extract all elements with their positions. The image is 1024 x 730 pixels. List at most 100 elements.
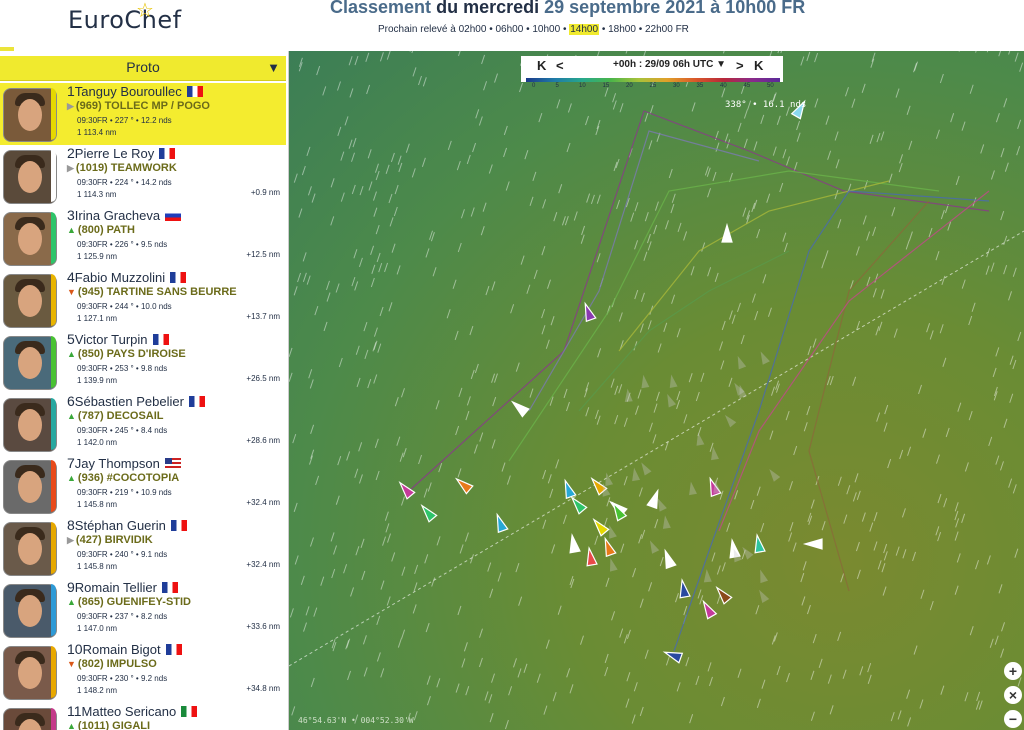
wind-streak [623, 476, 628, 486]
wind-streak [940, 685, 945, 695]
boat-marker[interactable] [584, 546, 598, 567]
wind-streak [655, 391, 660, 401]
wind-streak [882, 586, 887, 596]
wind-streak [755, 605, 760, 615]
wind-streak [353, 249, 358, 259]
boat-marker[interactable] [590, 516, 610, 537]
boat-marker[interactable] [601, 536, 617, 558]
wind-streak [899, 154, 904, 164]
boat-marker[interactable] [713, 584, 733, 605]
wind-streak [652, 434, 657, 444]
wind-streak [937, 531, 942, 542]
wind-streak [313, 607, 318, 617]
prev-icon[interactable]: < [556, 58, 564, 73]
first-icon[interactable]: K [537, 58, 546, 73]
zoom-reset-button[interactable]: × [1004, 686, 1022, 704]
boat-marker[interactable] [662, 648, 684, 664]
header: EuroChef ☆ Classement du mercredi 29 sept… [0, 0, 1024, 47]
class-select[interactable]: Proto ▼ [0, 56, 286, 81]
wind-streak [411, 168, 416, 178]
boat-marker[interactable] [802, 538, 823, 550]
wind-streak [954, 510, 959, 521]
boat-marker[interactable] [567, 533, 581, 554]
boat-name: (787) DECOSAIL [77, 410, 164, 422]
map-canvas[interactable] [289, 51, 1024, 730]
wind-streak [851, 98, 856, 108]
wind-streak [604, 666, 609, 677]
wind-streak [740, 334, 745, 345]
wind-streak [488, 694, 493, 704]
wind-streak [301, 165, 306, 176]
leaderboard-row[interactable]: 1Tanguy Bouroullec ▶ (969) TOLLEC MP / POG… [0, 83, 286, 146]
chevron-down-icon: ▼ [267, 60, 280, 75]
wind-streak [929, 330, 934, 340]
race-map[interactable] [289, 51, 1024, 730]
wind-scale-label: 25 [649, 83, 657, 89]
wind-streak [937, 493, 942, 504]
eurochef-logo[interactable]: EuroChef ☆ [68, 0, 182, 34]
wind-streak [384, 262, 389, 273]
boat-marker[interactable] [677, 578, 691, 599]
wind-streak [869, 522, 874, 532]
flag-ru-icon [165, 210, 182, 221]
distance-to-finish: 1 148.2 nm [77, 686, 118, 695]
wind-streak [639, 323, 644, 333]
wind-streak [716, 565, 721, 575]
leaderboard-sidebar[interactable]: Proto ▼ 1Tanguy Bouroullec ▶ (969) TOLLEC … [0, 51, 289, 730]
zoom-out-button[interactable]: − [1004, 710, 1022, 728]
wind-streak [728, 310, 733, 320]
leaderboard-row[interactable]: 6Sébastien Pebelier ▲ (787) DECOSAIL 09:30F… [0, 393, 286, 456]
boat-marker[interactable] [706, 476, 722, 498]
leaderboard-row[interactable]: 4Fabio Muzzolini ▼ (945) TARTINE SANS BEUR… [0, 269, 286, 332]
wind-streak [401, 566, 406, 576]
boat-marker[interactable] [493, 512, 509, 534]
last-icon[interactable]: K [754, 58, 763, 73]
wind-streak [513, 658, 517, 668]
leaderboard-row[interactable]: 5Victor Turpin ▲ (850) PAYS D'IROISE 09:30F… [0, 331, 286, 394]
wind-streak [1008, 51, 1011, 55]
rank-number: 1 [67, 83, 75, 99]
boat-marker[interactable] [699, 599, 718, 620]
wind-streak [458, 51, 461, 57]
rank-number: 10 [67, 641, 83, 657]
wind-streak [563, 388, 568, 399]
leaderboard-row[interactable]: 11Matteo Sericano ▲ (1011) GIGALI [0, 703, 286, 730]
wind-streak [558, 184, 563, 194]
wind-streak [638, 534, 643, 544]
boat-marker[interactable] [561, 478, 577, 500]
wind-streak [556, 99, 561, 109]
leaderboard-row[interactable]: 8Stéphan Guerin ▶ (427) BIRVIDIK 09:30FR • … [0, 517, 286, 580]
boat-line: ▶ (969) TOLLEC MP / POGO [67, 100, 210, 112]
wind-streak [837, 476, 842, 486]
wind-scale-label: 30 [673, 83, 680, 89]
wind-streak [484, 691, 489, 701]
leaderboard-row[interactable]: 9Romain Tellier ▲ (865) GUENIFEY-STID 09:30… [0, 579, 286, 642]
wind-streak [630, 212, 635, 222]
wind-streak [308, 369, 313, 379]
boat-marker[interactable] [509, 398, 530, 418]
avatar [3, 274, 57, 328]
zoom-in-button[interactable]: + [1004, 662, 1022, 680]
distance-to-finish: 1 125.9 nm [77, 252, 118, 261]
ghost-boat-marker [742, 546, 754, 560]
wind-streak [668, 168, 673, 179]
wind-streak [986, 51, 989, 53]
boat-track [578, 250, 790, 412]
boat-marker[interactable] [453, 475, 474, 495]
leaderboard-row[interactable]: 2Pierre Le Roy ▶ (1019) TEAMWORK 09:30FR • … [0, 145, 286, 208]
wind-streak [436, 678, 441, 688]
wind-streak [801, 596, 806, 606]
wind-streak [712, 171, 717, 182]
timeline-time[interactable]: +00h : 29/09 06h UTC ▼ [613, 59, 726, 70]
leaderboard-row[interactable]: 10Romain Bigot ▼ (802) IMPULSO 09:30FR • 23… [0, 641, 286, 704]
leaderboard-row[interactable]: 3Irina Gracheva ▲ (800) PATH 09:30FR • 226 … [0, 207, 286, 270]
wind-streak [665, 656, 670, 666]
boat-marker[interactable] [418, 502, 438, 523]
rank-up-icon: ▲ [67, 473, 76, 483]
leaderboard-row[interactable]: 7Jay Thompson ▲ (936) #COCOTOPIA 09:30FR • … [0, 455, 286, 518]
avatar-face [18, 657, 42, 689]
next-icon[interactable]: > [736, 58, 744, 73]
boat-color-marker [51, 212, 56, 264]
boat-marker[interactable] [752, 533, 766, 554]
wind-streak [1000, 461, 1004, 471]
